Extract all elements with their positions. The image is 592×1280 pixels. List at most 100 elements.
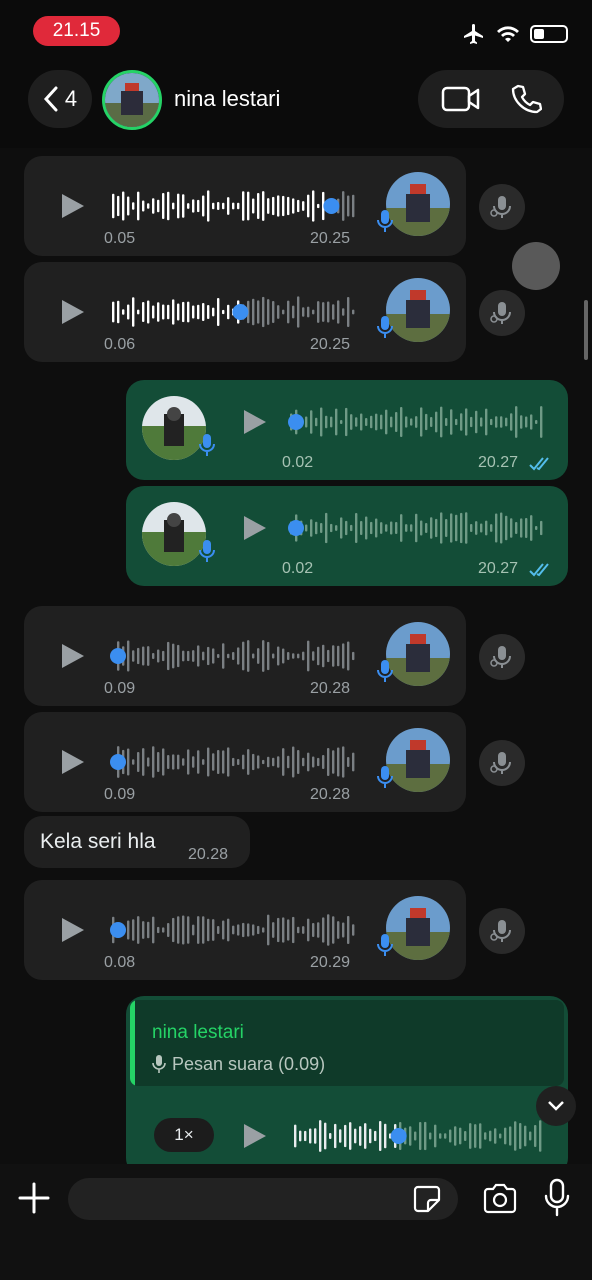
waveform-bar [187,650,190,662]
waveform-bar [217,749,220,775]
back-button[interactable]: 4 [28,70,92,128]
voice-call-icon[interactable] [510,83,542,115]
contact-name[interactable]: nina lestari [174,86,280,112]
call-actions [418,70,564,128]
message-time: 20.29 [310,954,351,971]
play-button[interactable] [244,516,266,540]
waveform-bar [137,751,140,773]
waveform-bar [320,407,323,437]
waveform-bar [317,757,320,767]
playback-position-dot[interactable] [288,520,304,536]
waveform-bar [162,192,165,220]
waveform-bar [282,917,285,943]
read-ticks-icon [529,457,549,471]
play-button[interactable] [62,644,84,668]
play-button[interactable] [62,918,84,942]
playback-position-dot[interactable] [110,648,126,664]
playback-position-dot[interactable] [110,754,126,770]
waveform-bar [237,759,240,765]
play-button[interactable] [244,1124,266,1148]
chat-area[interactable]: 0.05 20.25 0.06 20.25 0.02 20.27 0.02 20… [0,148,592,1164]
waveform-bar [320,523,323,533]
waveform-bar [267,914,270,946]
waveform-bar [515,521,518,535]
waveform-bar [257,648,260,664]
waveform-bar [322,302,325,322]
waveform-bar [197,304,200,320]
chevron-down-icon [548,1101,564,1111]
waveform-bar [337,921,340,939]
waveform-bar [247,749,250,775]
plus-icon[interactable] [14,1178,54,1218]
waveform-bar [420,407,423,437]
waveform-bar [310,410,313,434]
waveform-bar [454,1126,457,1146]
waveform-bar [299,1130,302,1142]
transcribe-button[interactable] [479,184,525,230]
play-button[interactable] [62,194,84,218]
quoted-message[interactable]: nina lestari Pesan suara (0.09) [130,1000,564,1086]
voice-duration: 0.06 [104,336,136,353]
waveform-bar [267,198,270,214]
play-button[interactable] [62,300,84,324]
mic-icon [199,540,215,562]
waveform-bar [177,193,180,219]
mic-icon [377,934,393,956]
waveform-bar [277,646,280,666]
play-button[interactable] [244,410,266,434]
playback-position-dot[interactable] [288,414,304,430]
playback-speed-button[interactable]: 1× [154,1118,214,1152]
status-time: 21.15 [33,16,120,46]
waveform-bar [315,521,318,535]
scrollbar[interactable] [584,300,588,360]
contact-avatar[interactable] [102,70,162,130]
waveform-bar [217,653,220,659]
playback-position-dot[interactable] [390,1128,407,1144]
transcribe-button[interactable] [479,908,525,954]
mic-record-icon[interactable] [544,1178,570,1218]
quoted-sender: nina lestari [152,1022,244,1043]
waveform-bar [525,416,528,428]
waveform-bar [410,418,413,426]
transcribe-button[interactable] [479,740,525,786]
sender-avatar [386,278,450,342]
waveform-bar [530,515,533,541]
transcribe-button[interactable] [479,634,525,680]
waveform-bar [162,304,165,320]
voice-duration: 0.02 [282,560,314,577]
waveform-bar [202,195,205,217]
battery-icon [530,25,568,43]
transcribe-button[interactable] [479,290,525,336]
waveform-bar [172,202,175,210]
waveform-bar [405,416,408,428]
play-button[interactable] [62,750,84,774]
playback-position-dot[interactable] [110,922,126,938]
waveform-bar [267,299,270,325]
waveform-bar [272,653,275,659]
waveform-bar [359,1126,362,1146]
waveform-bar [207,747,210,777]
assistive-touch[interactable] [512,242,560,290]
waveform-bar [410,524,413,532]
playback-position-dot[interactable] [232,304,249,320]
sticker-icon[interactable] [412,1184,442,1214]
waveform-bar [207,190,210,222]
waveform-bar [212,753,215,771]
waveform-bar [247,923,250,937]
camera-icon[interactable] [482,1182,518,1216]
waveform-bar [297,926,300,934]
waveform-bar [455,514,458,542]
mic-icon [377,316,393,338]
waveform-bar [379,1120,382,1152]
airplane-icon [464,24,483,44]
waveform-bar [330,416,333,428]
scroll-to-bottom-button[interactable] [536,1086,576,1126]
waveform-bar [307,194,310,218]
waveform-bar [162,927,165,933]
video-call-icon[interactable] [441,84,481,114]
playback-position-dot[interactable] [323,198,340,214]
message-time: 20.28 [310,680,351,697]
message-input[interactable] [68,1178,458,1220]
waveform [112,190,355,222]
waveform-bar [122,309,125,315]
